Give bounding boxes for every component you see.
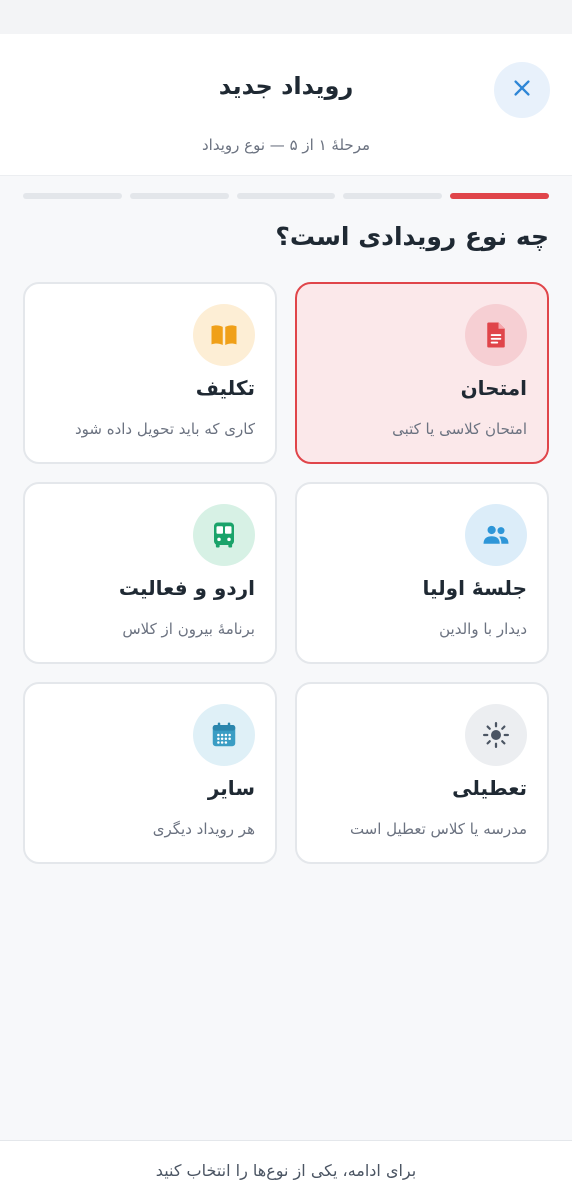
- step-subtitle: مرحلهٔ ۱ از ۵ — نوع رویداد: [202, 136, 370, 154]
- bus-icon: [193, 504, 255, 566]
- card-description: دیدار با والدین: [439, 620, 527, 638]
- card-title: جلسهٔ اولیا: [422, 576, 528, 600]
- status-bar: [0, 0, 572, 34]
- calendar-icon: [193, 704, 255, 766]
- progress-segment: [450, 193, 549, 199]
- card-title: اردو و فعالیت: [118, 576, 255, 600]
- event-type-card-assignment[interactable]: تکلیف کاری که باید تحویل داده شود: [23, 282, 277, 464]
- progress-segment: [129, 193, 229, 199]
- progress-segment: [343, 193, 443, 199]
- footer-bar: برای ادامه، یکی از نوع‌ها را انتخاب کنید: [0, 1140, 572, 1200]
- question-heading: چه نوع رویدادی است؟: [275, 222, 549, 251]
- page-title: رویداد جدید: [218, 72, 354, 100]
- footer-hint: برای ادامه، یکی از نوع‌ها را انتخاب کنید: [155, 1161, 417, 1180]
- card-description: امتحان کلاسی یا کتبی: [392, 420, 527, 438]
- card-description: برنامهٔ بیرون از کلاس: [122, 620, 255, 638]
- progress-segment: [23, 193, 122, 199]
- progress-segment: [236, 193, 336, 199]
- card-description: کاری که باید تحویل داده شود: [74, 420, 255, 438]
- event-type-grid: امتحان امتحان کلاسی یا کتبی تکلیف کاری ک…: [23, 282, 549, 864]
- card-title: تعطیلی: [452, 776, 527, 800]
- card-description: هر رویداد دیگری: [152, 820, 255, 838]
- card-title: سایر: [207, 776, 255, 800]
- event-type-card-exam[interactable]: امتحان امتحان کلاسی یا کتبی: [295, 282, 549, 464]
- event-type-card-parent-meeting[interactable]: جلسهٔ اولیا دیدار با والدین: [295, 482, 549, 664]
- event-type-card-holiday[interactable]: تعطیلی مدرسه یا کلاس تعطیل است: [295, 682, 549, 864]
- sun-icon: [465, 704, 527, 766]
- event-type-card-camp[interactable]: اردو و فعالیت برنامهٔ بیرون از کلاس: [23, 482, 277, 664]
- card-title: امتحان: [460, 376, 527, 400]
- card-title: تکلیف: [195, 376, 255, 400]
- document-icon: [465, 304, 527, 366]
- book-icon: [193, 304, 255, 366]
- header: رویداد جدید مرحلهٔ ۱ از ۵ — نوع رویداد: [0, 34, 572, 176]
- card-description: مدرسه یا کلاس تعطیل است: [349, 820, 527, 838]
- step-progress: [23, 193, 549, 199]
- event-type-card-other[interactable]: سایر هر رویداد دیگری: [23, 682, 277, 864]
- people-icon: [465, 504, 527, 566]
